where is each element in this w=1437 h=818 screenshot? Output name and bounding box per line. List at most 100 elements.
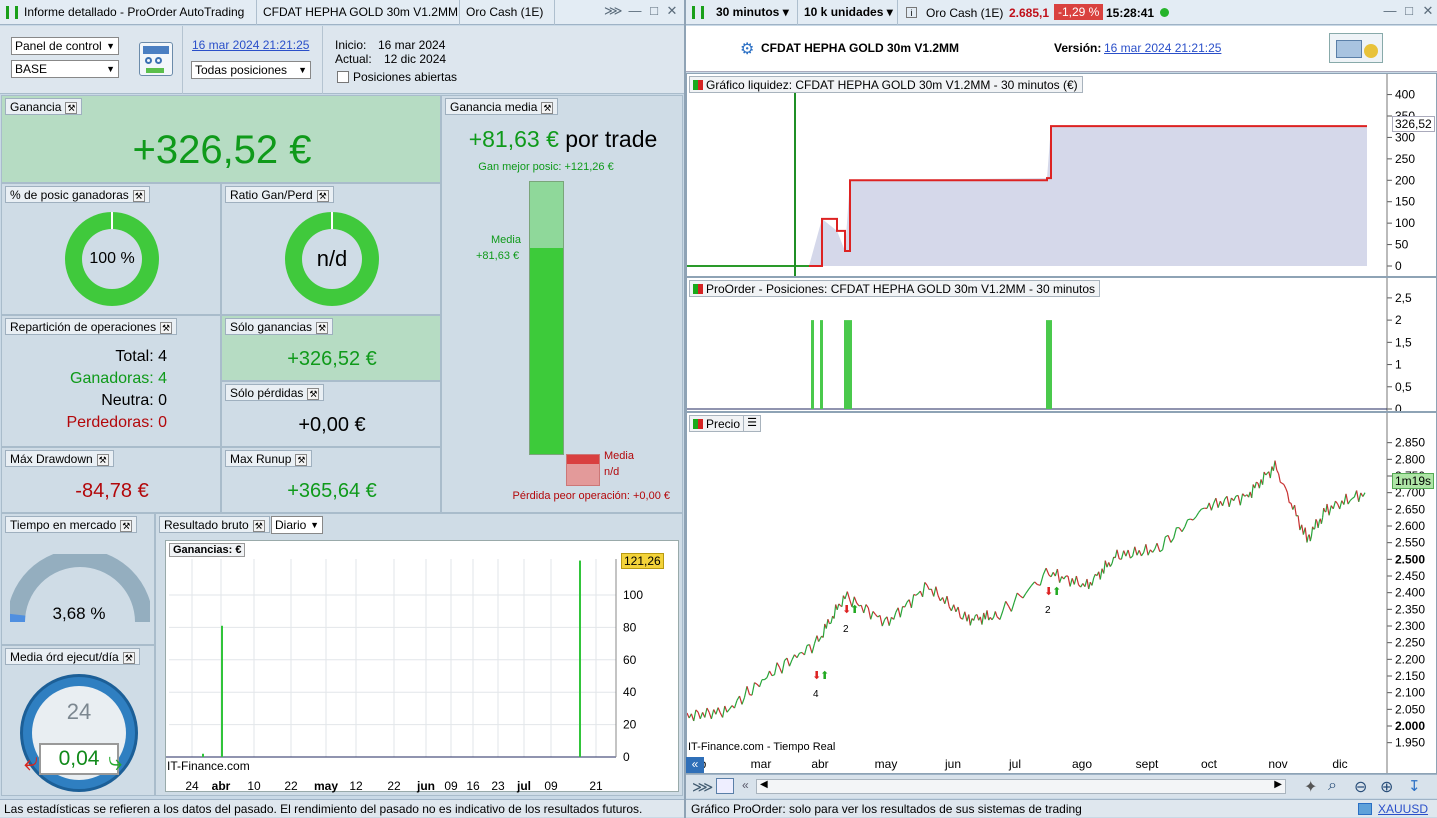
reparticion-panel: Repartición de operaciones ⚒ Total: 4 Gan… (1, 315, 221, 447)
scroll-left-fast-icon[interactable]: « (742, 778, 749, 792)
price-y-tick: 2.050 (1395, 702, 1425, 716)
pct-value: 100 % (82, 229, 142, 289)
zoom-out-icon[interactable]: ⊖ (1354, 777, 1367, 797)
open-positions-label[interactable]: Posiciones abiertas (353, 70, 457, 84)
price-list-icon[interactable]: ☰ (743, 415, 761, 432)
equity-area (687, 126, 1367, 266)
chart-type-icon[interactable] (716, 778, 734, 794)
ratio-value: n/d (302, 229, 362, 289)
wrench-icon[interactable]: ⚒ (307, 387, 320, 400)
price-candle (893, 612, 897, 620)
positions-y-tick: 1,5 (1395, 335, 1412, 349)
resultado-title: Resultado bruto ⚒ (159, 516, 270, 533)
price-candle (1222, 498, 1226, 506)
settings-icon[interactable]: ✦ (1304, 777, 1317, 797)
price-candle (1134, 546, 1138, 556)
resultado-x-tick: 24 (185, 779, 199, 793)
minimize-icon[interactable]: — (1383, 4, 1397, 18)
wrench-icon[interactable]: ⚒ (120, 519, 133, 532)
price-candle (1145, 544, 1149, 556)
open-positions-checkbox[interactable] (337, 71, 349, 83)
horizontal-scrollbar[interactable]: ◀ ▶ (756, 779, 1286, 794)
tab-strategy[interactable]: CFDAT HEPHA GOLD 30m V1.2MM (257, 0, 460, 25)
report-date-link[interactable]: 16 mar 2024 21:21:25 (192, 38, 309, 52)
wrench-icon[interactable]: ⚒ (122, 651, 135, 664)
maximize-icon[interactable]: □ (647, 4, 661, 18)
share-icon[interactable]: ⋙ (692, 778, 713, 796)
price-candle (1039, 574, 1044, 586)
wrench-icon[interactable]: ⚒ (96, 453, 109, 466)
report-icon[interactable] (1329, 33, 1383, 63)
resultado-x-tick: 22 (387, 779, 401, 793)
collapse-left-icon[interactable]: « (686, 757, 704, 773)
price-candle (957, 606, 961, 618)
left-window-title: Informe detallado - ProOrder AutoTrading (0, 0, 257, 25)
price-y-tick: 2.650 (1395, 502, 1425, 516)
maximize-icon[interactable]: □ (1402, 4, 1416, 18)
peor-operacion-label: Pérdida peor operación: +0,00 € (512, 490, 670, 502)
wrench-icon[interactable]: ⚒ (295, 453, 308, 466)
price-x-month: may (875, 757, 898, 771)
close-icon[interactable]: ✕ (1421, 4, 1435, 18)
price-candle (1190, 518, 1194, 521)
price-candle (913, 593, 917, 596)
price-x-month: jul (1008, 757, 1021, 771)
ordenes-value-box: 0,04 (39, 743, 119, 775)
price-candle (888, 617, 892, 626)
price-candle (1067, 575, 1071, 587)
price-candle (1362, 492, 1366, 497)
price-candle (1233, 495, 1237, 501)
price-candle (764, 677, 768, 681)
tab-account[interactable]: Oro Cash (1E) (460, 0, 555, 25)
symbol-link[interactable]: XAUUSD (1378, 800, 1428, 818)
price-candle (879, 615, 883, 627)
price-candle (1022, 592, 1027, 599)
price-candle (791, 654, 796, 661)
price-candle (746, 686, 751, 695)
drawdown-title: Máx Drawdown ⚒ (5, 450, 114, 467)
price-y-tick: 2.850 (1395, 436, 1425, 450)
zoom-in-icon[interactable]: ⊕ (1380, 777, 1393, 797)
chart-bottom-toolbar: « ⋙ « ◀ ▶ ✦ ⌕ ⊖ ⊕ ↧ (686, 757, 1437, 798)
wrench-icon[interactable]: ⚒ (252, 519, 265, 532)
period-select[interactable]: Diario ▼ (271, 516, 323, 534)
price-candle (1028, 584, 1033, 590)
price-candle (1210, 503, 1215, 511)
resultado-x-tick: 09 (444, 779, 458, 793)
price-candle (1279, 481, 1283, 484)
price-candle (1215, 497, 1219, 508)
close-icon[interactable]: ✕ (665, 4, 679, 18)
price-candle (1343, 493, 1347, 505)
wrench-icon[interactable]: ⚒ (316, 321, 329, 334)
total-label: Total: 4 (115, 348, 167, 365)
report-settings-icon[interactable] (139, 42, 173, 76)
trade-marker-count-2: 2 (843, 624, 849, 635)
wrench-icon[interactable]: ⚒ (316, 189, 329, 202)
mejor-posic-label: Gan mejor posic: +121,26 € (478, 161, 614, 173)
zoom-auto-icon[interactable]: ⌕ (1328, 777, 1337, 795)
info-icon[interactable]: i (906, 7, 917, 18)
price-candle (874, 613, 879, 618)
minimize-icon[interactable]: — (628, 4, 642, 18)
share-icon[interactable]: ⋙ (604, 4, 623, 18)
wrench-icon[interactable]: ⚒ (541, 101, 554, 114)
instrument-change: -1,29 % (1054, 4, 1104, 20)
price-candle (1050, 572, 1054, 578)
price-source: IT-Finance.com - Tiempo Real (688, 741, 836, 753)
version-link[interactable]: 16 mar 2024 21:21:25 (1104, 41, 1221, 55)
wrench-icon[interactable]: ⚒ (65, 101, 78, 114)
price-candle (1129, 555, 1133, 559)
base-select[interactable]: BASE ▼ (11, 60, 119, 78)
price-candle (699, 712, 704, 720)
units-select[interactable]: 10 k unidades ▾ (798, 0, 898, 25)
price-candle (915, 593, 919, 596)
resultado-bar (579, 560, 581, 757)
timeframe-select[interactable]: 30 minutos ▾ (710, 0, 798, 25)
price-candle (827, 619, 830, 624)
download-icon[interactable]: ↧ (1408, 777, 1421, 795)
positions-select[interactable]: Todas posiciones ▼ (191, 61, 311, 79)
wrench-icon[interactable]: ⚒ (160, 321, 173, 334)
panel-select[interactable]: Panel de control ▼ (11, 37, 119, 55)
wrench-icon[interactable]: ⚒ (132, 189, 145, 202)
price-x-month: abr (811, 757, 828, 771)
